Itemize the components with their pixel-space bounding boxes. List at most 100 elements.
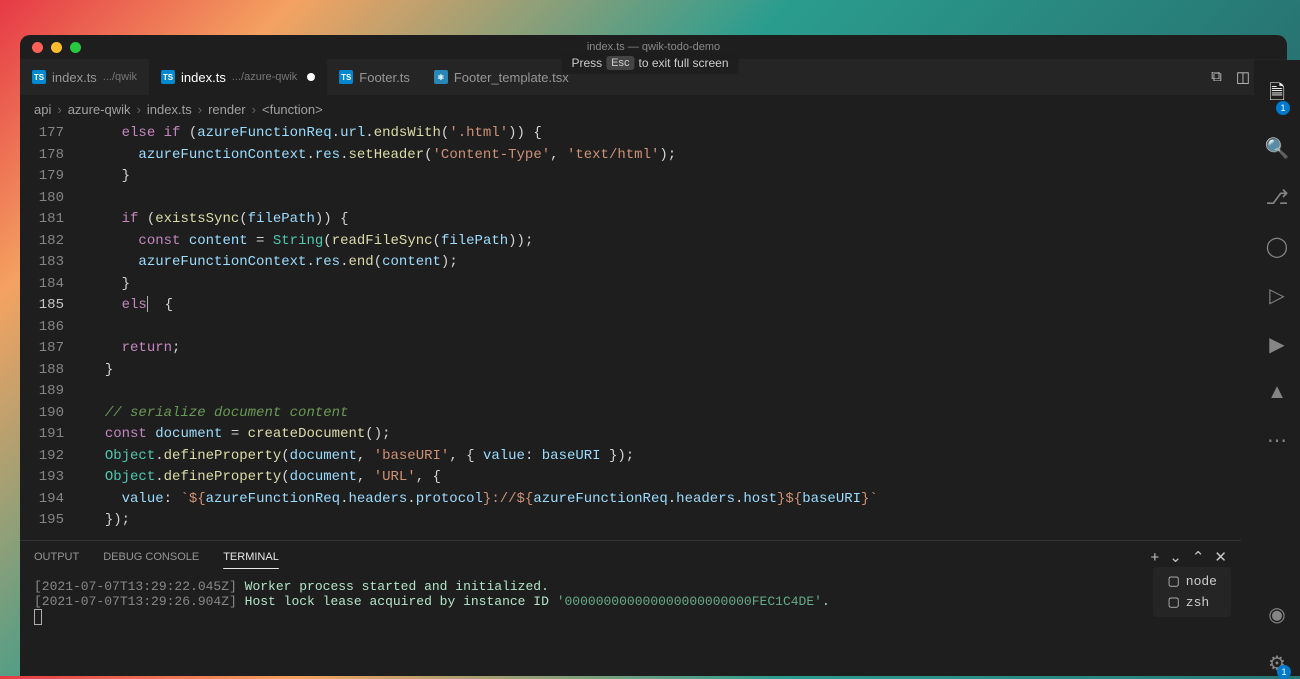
account-icon[interactable]: ◉ xyxy=(1268,602,1285,627)
terminal-icon: ▢ xyxy=(1167,574,1179,589)
terminal-dropdown-icon[interactable]: ⌄ xyxy=(1169,548,1182,566)
line-number[interactable]: 182 xyxy=(20,231,64,253)
editor-tab[interactable]: TS index.ts .../azure-qwik xyxy=(149,59,327,95)
code-line[interactable]: Object.defineProperty(document, 'baseURI… xyxy=(88,446,1269,468)
code-line[interactable]: value: `${azureFunctionReq.headers.proto… xyxy=(88,489,1269,511)
tab-path: .../qwik xyxy=(103,71,137,83)
terminal-cursor xyxy=(34,609,1227,625)
bottom-panel: OUTPUT DEBUG CONSOLE TERMINAL + ⌄ ⌃ ✕ ▢nod… xyxy=(20,540,1241,676)
file-icon: ⚛ xyxy=(434,70,448,84)
line-number[interactable]: 187 xyxy=(20,338,64,360)
editor-tab[interactable]: TS index.ts .../qwik xyxy=(20,59,149,95)
code-content[interactable]: else if (azureFunctionReq.url.endsWith('… xyxy=(88,123,1269,532)
terminal-body[interactable]: ▢node▢zsh [2021-07-07T13:29:22.045Z] Wor… xyxy=(20,573,1241,676)
code-line[interactable]: else if (azureFunctionReq.url.endsWith('… xyxy=(88,123,1269,145)
editor-tab[interactable]: TS Footer.ts xyxy=(327,59,422,95)
code-line[interactable]: return; xyxy=(88,338,1269,360)
terminal-process[interactable]: ▢node xyxy=(1157,571,1227,592)
line-number[interactable]: 178 xyxy=(20,145,64,167)
breadcrumb-segment[interactable]: index.ts xyxy=(147,102,192,117)
minimize-window-button[interactable] xyxy=(51,42,62,53)
tab-filename: index.ts xyxy=(181,70,226,85)
terminal-line: [2021-07-07T13:29:26.904Z] Host lock lea… xyxy=(34,594,1227,609)
terminal-process-list: ▢node▢zsh xyxy=(1153,567,1231,617)
code-line[interactable]: Object.defineProperty(document, 'URL', { xyxy=(88,467,1269,489)
line-number[interactable]: 191 xyxy=(20,424,64,446)
line-number[interactable]: 177 xyxy=(20,123,64,145)
line-number[interactable]: 179 xyxy=(20,166,64,188)
code-line[interactable]: const document = createDocument(); xyxy=(88,424,1269,446)
code-line[interactable] xyxy=(88,188,1269,210)
code-line[interactable] xyxy=(88,317,1269,339)
compare-icon[interactable]: ⧉ xyxy=(1211,68,1222,86)
line-number[interactable]: 188 xyxy=(20,360,64,382)
new-terminal-icon[interactable]: + xyxy=(1151,549,1160,566)
code-line[interactable]: }); xyxy=(88,510,1269,532)
search-icon[interactable]: 🔍 xyxy=(1265,136,1290,161)
line-number[interactable]: 185 xyxy=(20,295,64,317)
line-number[interactable]: 184 xyxy=(20,274,64,296)
line-number[interactable]: 183 xyxy=(20,252,64,274)
close-panel-icon[interactable]: ✕ xyxy=(1214,548,1227,566)
code-line[interactable] xyxy=(88,381,1269,403)
tab-path: .../azure-qwik xyxy=(232,71,297,83)
terminal-icon: ▢ xyxy=(1167,595,1179,610)
code-line[interactable]: azureFunctionContext.res.setHeader('Cont… xyxy=(88,145,1269,167)
explorer-icon[interactable]: 🗎1 xyxy=(1269,78,1285,112)
more-icon[interactable]: ⋯ xyxy=(1267,428,1287,453)
panel-tab[interactable]: OUTPUT xyxy=(34,551,79,563)
file-icon: TS xyxy=(339,70,353,84)
breadcrumbs[interactable]: api›azure-qwik›index.ts›render›<function… xyxy=(20,95,1287,123)
maximize-panel-icon[interactable]: ⌃ xyxy=(1192,548,1205,566)
github-icon[interactable]: ◯ xyxy=(1266,234,1288,259)
file-icon: TS xyxy=(32,70,46,84)
close-window-button[interactable] xyxy=(32,42,43,53)
line-number[interactable]: 180 xyxy=(20,188,64,210)
breadcrumb-segment[interactable]: <function> xyxy=(262,102,323,117)
azure-icon[interactable]: ▲ xyxy=(1267,381,1287,404)
panel-tab[interactable]: TERMINAL xyxy=(223,551,279,563)
code-line[interactable]: } xyxy=(88,166,1269,188)
panel-tabs: OUTPUT DEBUG CONSOLE TERMINAL + ⌄ ⌃ ✕ xyxy=(20,541,1241,573)
code-line[interactable]: if (existsSync(filePath)) { xyxy=(88,209,1269,231)
activity-bar: 🗎1 🔍 ⎇ ◯ ▷ ▶ ▲ ⋯ ◉ ⚙1 xyxy=(1254,60,1300,676)
play-icon[interactable]: ▶ xyxy=(1269,332,1284,357)
code-line[interactable]: azureFunctionContext.res.end(content); xyxy=(88,252,1269,274)
code-line[interactable]: } xyxy=(88,274,1269,296)
esc-key: Esc xyxy=(606,56,634,70)
code-line[interactable]: } xyxy=(88,360,1269,382)
tab-filename: Footer.ts xyxy=(359,70,410,85)
code-editor[interactable]: 1771781791801811821831841851861871881891… xyxy=(20,123,1269,540)
source-control-icon[interactable]: ⎇ xyxy=(1265,185,1288,210)
line-number[interactable]: 192 xyxy=(20,446,64,468)
modified-indicator xyxy=(307,73,315,81)
code-line[interactable]: // serialize document content xyxy=(88,403,1269,425)
breadcrumb-segment[interactable]: render xyxy=(208,102,246,117)
terminal-process[interactable]: ▢zsh xyxy=(1157,592,1227,613)
fullscreen-hint: Press Esc to exit full screen xyxy=(561,52,738,74)
line-number[interactable]: 193 xyxy=(20,467,64,489)
breadcrumb-segment[interactable]: api xyxy=(34,102,51,117)
editor-tab[interactable]: ⚛ Footer_template.tsx xyxy=(422,59,581,95)
code-line[interactable]: const content = String(readFileSync(file… xyxy=(88,231,1269,253)
code-line[interactable]: els { xyxy=(88,295,1269,317)
tab-filename: Footer_template.tsx xyxy=(454,70,569,85)
line-number[interactable]: 195 xyxy=(20,510,64,532)
zoom-window-button[interactable] xyxy=(70,42,81,53)
terminal-line: [2021-07-07T13:29:22.045Z] Worker proces… xyxy=(34,579,1227,594)
breadcrumb-segment[interactable]: azure-qwik xyxy=(68,102,131,117)
tab-filename: index.ts xyxy=(52,70,97,85)
line-number[interactable]: 189 xyxy=(20,381,64,403)
line-gutter[interactable]: 1771781791801811821831841851861871881891… xyxy=(20,123,78,532)
settings-icon[interactable]: ⚙1 xyxy=(1268,651,1286,676)
split-icon[interactable]: ◫ xyxy=(1236,68,1250,86)
run-debug-icon[interactable]: ▷ xyxy=(1269,283,1284,308)
editor-window: index.ts — qwik-todo-demo TSindex.ts.../… xyxy=(20,35,1287,676)
panel-tab[interactable]: DEBUG CONSOLE xyxy=(103,551,199,563)
traffic-lights xyxy=(32,42,81,53)
file-icon: TS xyxy=(161,70,175,84)
line-number[interactable]: 181 xyxy=(20,209,64,231)
line-number[interactable]: 194 xyxy=(20,489,64,511)
line-number[interactable]: 190 xyxy=(20,403,64,425)
line-number[interactable]: 186 xyxy=(20,317,64,339)
